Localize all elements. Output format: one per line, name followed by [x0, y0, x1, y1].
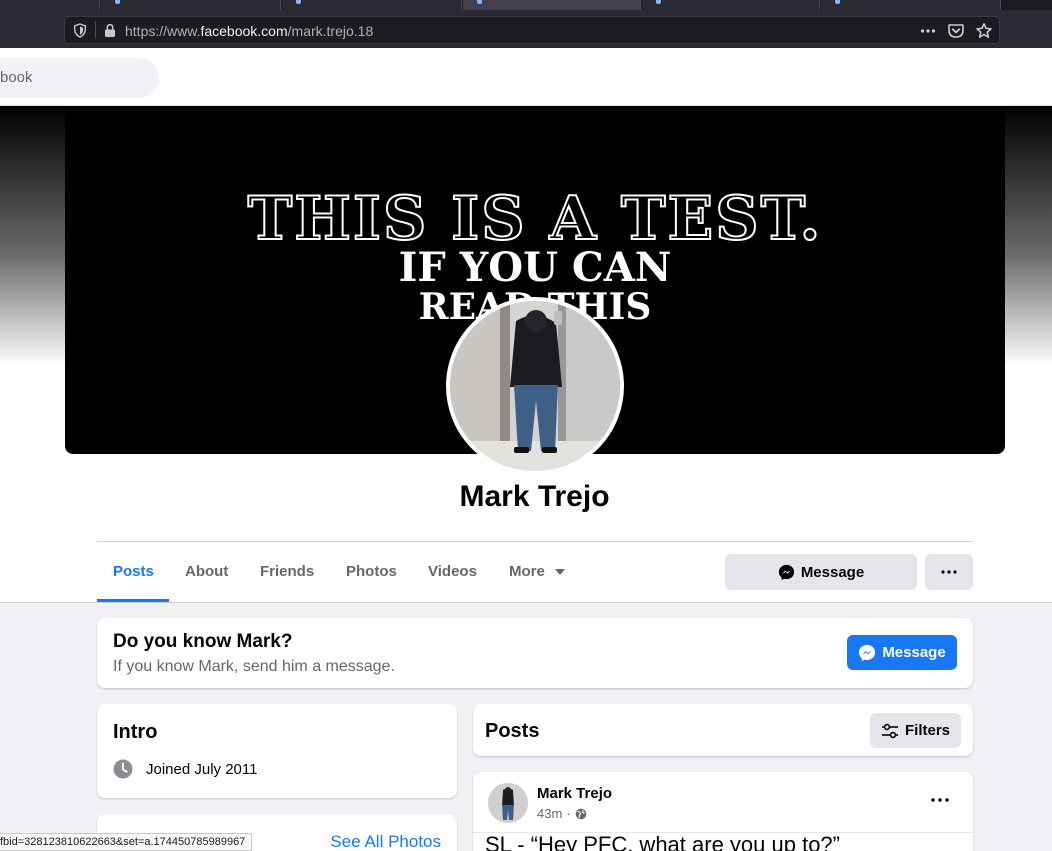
intro-title: Intro: [113, 721, 158, 743]
post-author-name[interactable]: Mark Trejo: [537, 785, 612, 802]
browser-tab[interactable]: [282, 0, 462, 10]
pocket-icon[interactable]: [947, 22, 965, 40]
tab-favicon-icon: [115, 0, 120, 4]
tab-favicon-icon: [656, 0, 661, 4]
send-message-label: Message: [882, 644, 946, 661]
tab-favicon-icon: [835, 0, 840, 4]
do-you-know-title: Do you know Mark?: [113, 631, 293, 652]
link-status-bar: fbid=328123810622663&set=a.1744507859899…: [0, 833, 253, 851]
filters-label: Filters: [904, 722, 950, 739]
url-text[interactable]: https://www.facebook.com/mark.trejo.18: [125, 23, 373, 39]
posts-header-card: Posts Filters: [473, 704, 973, 756]
post-avatar-image: [489, 784, 527, 822]
address-bar[interactable]: https://www.facebook.com/mark.trejo.18: [64, 16, 1000, 44]
tab-favicon-icon: [477, 0, 482, 4]
browser-tab[interactable]: [642, 0, 820, 10]
tab-more[interactable]: More: [509, 542, 566, 602]
send-message-button[interactable]: Message: [847, 635, 957, 670]
more-dots-icon: [931, 798, 949, 802]
facebook-search-input[interactable]: book: [0, 58, 159, 98]
post-timestamp[interactable]: 43m: [537, 806, 562, 821]
post-options-button[interactable]: [925, 790, 955, 810]
post-meta-separator: ·: [566, 806, 571, 821]
browser-tab[interactable]: [821, 0, 1001, 10]
browser-tab-strip: [0, 0, 1052, 10]
post-text: SL - “Hey PFC, what are you up to?”: [485, 832, 840, 851]
globe-icon: [575, 808, 586, 819]
see-all-photos-link[interactable]: See All Photos: [330, 832, 441, 851]
tab-favicon-icon: [296, 0, 301, 4]
filters-button[interactable]: Filters: [870, 713, 961, 748]
more-dots-icon: [941, 570, 957, 574]
lock-icon[interactable]: [103, 23, 117, 38]
messenger-icon: [859, 644, 876, 661]
do-you-know-card: Do you know Mark? If you know Mark, send…: [97, 618, 973, 688]
tab-videos[interactable]: Videos: [428, 542, 477, 602]
profile-photo-image: [450, 301, 620, 471]
browser-tab[interactable]: [101, 0, 281, 10]
tab-friends[interactable]: Friends: [260, 542, 314, 602]
message-button[interactable]: Message: [725, 554, 917, 590]
clock-icon: [113, 759, 133, 779]
post-card: Mark Trejo 43m · SL - “Hey PFC, what are…: [473, 772, 973, 851]
post-meta: 43m ·: [537, 806, 587, 821]
messenger-icon: [778, 564, 794, 580]
do-you-know-subtitle: If you know Mark, send him a message.: [113, 658, 395, 675]
profile-name: Mark Trejo: [459, 480, 610, 513]
posts-title: Posts: [485, 720, 540, 742]
profile-picture[interactable]: [446, 297, 624, 475]
post-author-avatar[interactable]: [488, 783, 528, 823]
filters-icon: [881, 723, 898, 738]
bookmark-star-icon[interactable]: [975, 22, 993, 40]
tab-posts[interactable]: Posts: [97, 542, 169, 602]
browser-tab[interactable]: [0, 0, 100, 10]
profile-header: THIS IS A TEST. IF YOU CAN READ THIS Mar…: [0, 106, 1052, 603]
browser-toolbar: https://www.facebook.com/mark.trejo.18: [0, 10, 1052, 48]
joined-text: Joined July 2011: [146, 760, 258, 778]
intro-card: Intro Joined July 2011: [97, 704, 457, 798]
joined-row: Joined July 2011: [113, 759, 257, 779]
message-button-label: Message: [800, 563, 865, 581]
browser-tab-active[interactable]: [463, 0, 641, 10]
tab-about[interactable]: About: [185, 542, 228, 602]
tab-photos[interactable]: Photos: [346, 542, 397, 602]
profile-more-button[interactable]: [925, 554, 973, 590]
facebook-top-bar: book: [0, 48, 1052, 106]
address-bar-divider: [95, 21, 96, 39]
page-actions-icon[interactable]: [919, 22, 937, 40]
tracking-shield-icon[interactable]: [73, 23, 87, 38]
caret-down-icon: [555, 569, 566, 575]
cover-text-line2: IF YOU CAN: [398, 244, 672, 291]
